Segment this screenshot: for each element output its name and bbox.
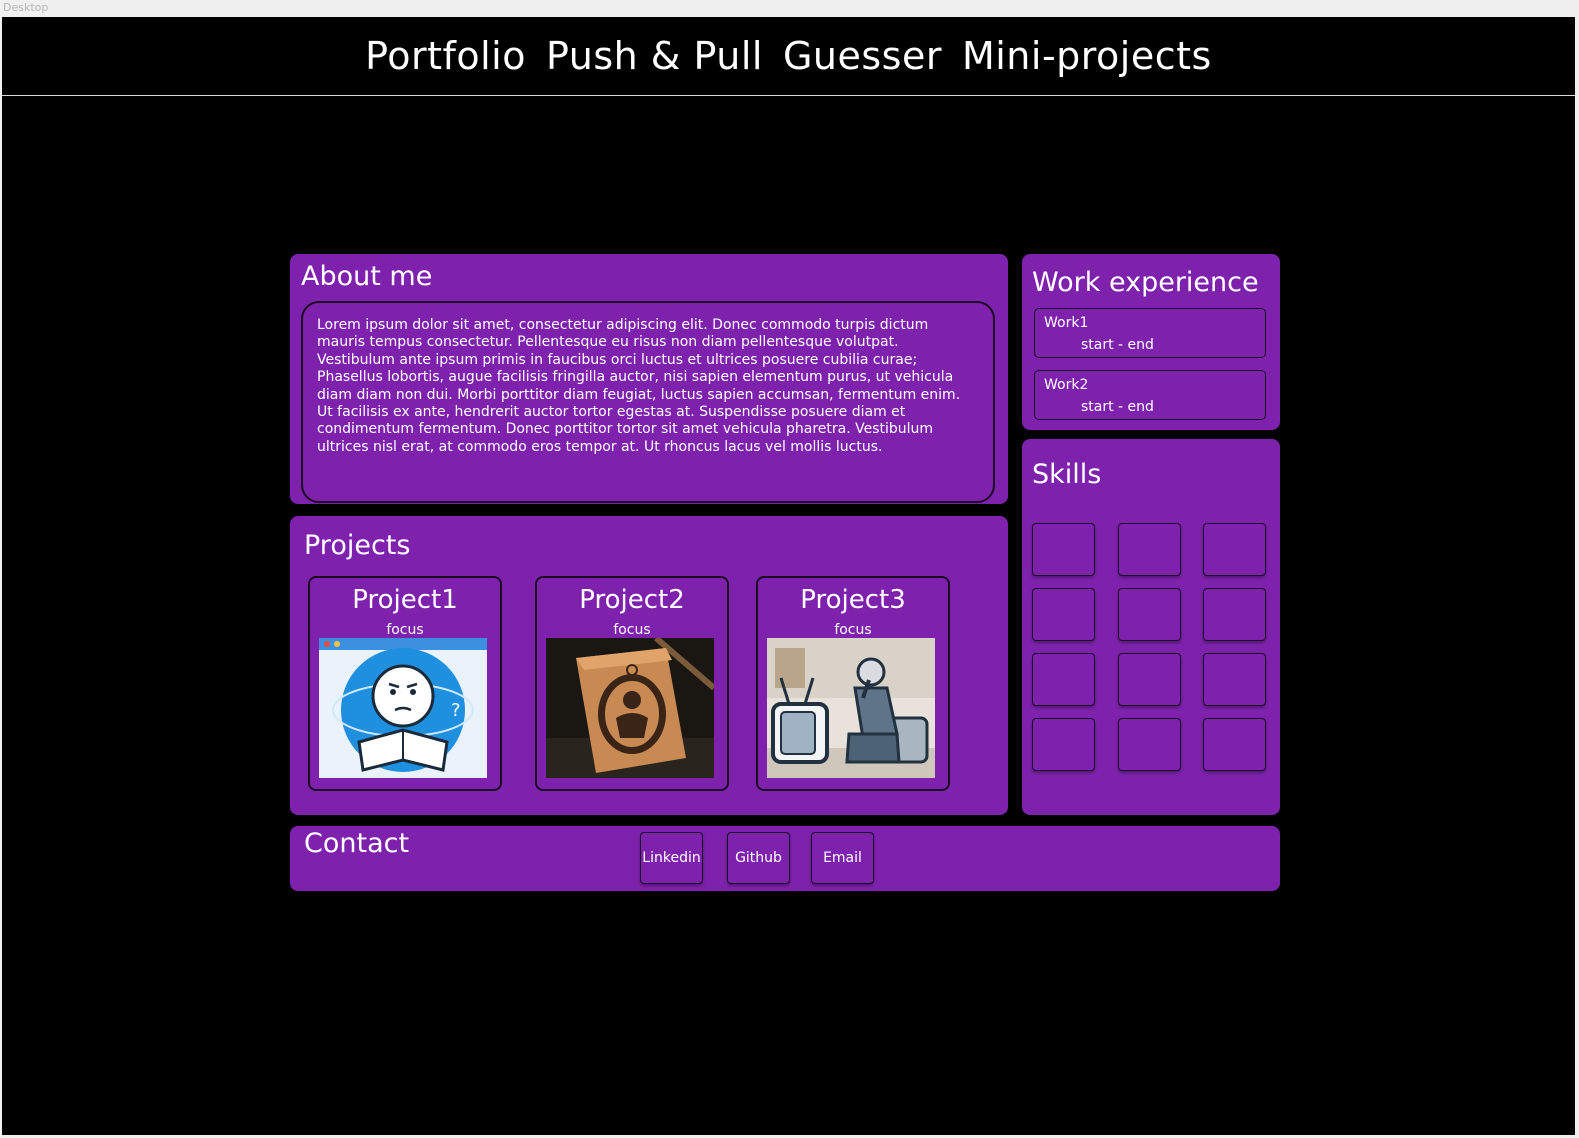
skill-slot	[1203, 718, 1266, 771]
work-item: Work2 start - end	[1034, 370, 1266, 420]
project-focus: focus	[834, 622, 872, 638]
nav-item-portfolio[interactable]: Portfolio	[365, 34, 526, 78]
project-card-1[interactable]: Project1 focus ?	[308, 576, 502, 791]
nav-item-guesser[interactable]: Guesser	[783, 34, 942, 78]
top-navigation: Portfolio Push & Pull Guesser Mini-proje…	[2, 17, 1575, 96]
desktop-canvas: Portfolio Push & Pull Guesser Mini-proje…	[2, 17, 1575, 1135]
nav-item-mini-projects[interactable]: Mini-projects	[962, 34, 1212, 78]
skill-slot	[1032, 588, 1095, 641]
work-experience-title: Work experience	[1032, 267, 1259, 298]
work-name: Work2	[1044, 377, 1089, 393]
man-with-tv-icon	[767, 638, 935, 778]
skill-slot	[1032, 523, 1095, 576]
skill-slot	[1118, 588, 1181, 641]
skill-slot	[1032, 718, 1095, 771]
work-dates: start - end	[1081, 399, 1154, 415]
projects-title: Projects	[304, 530, 411, 561]
skill-slot	[1203, 588, 1266, 641]
skill-slot	[1203, 653, 1266, 706]
project-name: Project1	[352, 585, 458, 615]
skill-slot	[1118, 653, 1181, 706]
skills-panel: Skills	[1022, 439, 1280, 815]
contact-title: Contact	[304, 828, 410, 859]
linkedin-button[interactable]: Linkedin	[640, 832, 703, 884]
skills-title: Skills	[1032, 459, 1102, 490]
about-panel: About me Lorem ipsum dolor sit amet, con…	[290, 254, 1008, 504]
github-button[interactable]: Github	[727, 832, 790, 884]
about-text: Lorem ipsum dolor sit amet, consectetur …	[301, 301, 995, 503]
work-dates: start - end	[1081, 337, 1154, 353]
skill-slot	[1118, 523, 1181, 576]
project-card-3[interactable]: Project3 focus	[756, 576, 950, 791]
project-card-2[interactable]: Project2 focus	[535, 576, 729, 791]
contact-panel: Contact Linkedin Github Email	[290, 826, 1280, 891]
skill-slot	[1118, 718, 1181, 771]
thinking-reader-icon: ?	[319, 638, 487, 778]
projects-panel: Projects Project1 focus ? Project2 focus…	[290, 516, 1008, 815]
work-item: Work1 start - end	[1034, 308, 1266, 358]
project-name: Project3	[800, 585, 906, 615]
box-emblem-icon	[546, 638, 714, 778]
project-name: Project2	[579, 585, 685, 615]
skill-slot	[1203, 523, 1266, 576]
email-button[interactable]: Email	[811, 832, 874, 884]
work-experience-panel: Work experience Work1 start - end Work2 …	[1022, 254, 1280, 430]
frame-label: Desktop	[3, 1, 49, 14]
svg-text:?: ?	[451, 700, 461, 721]
project-focus: focus	[386, 622, 424, 638]
about-title: About me	[301, 261, 433, 292]
nav-item-push-pull[interactable]: Push & Pull	[546, 34, 763, 78]
work-name: Work1	[1044, 315, 1089, 331]
project-focus: focus	[613, 622, 651, 638]
skill-slot	[1032, 653, 1095, 706]
